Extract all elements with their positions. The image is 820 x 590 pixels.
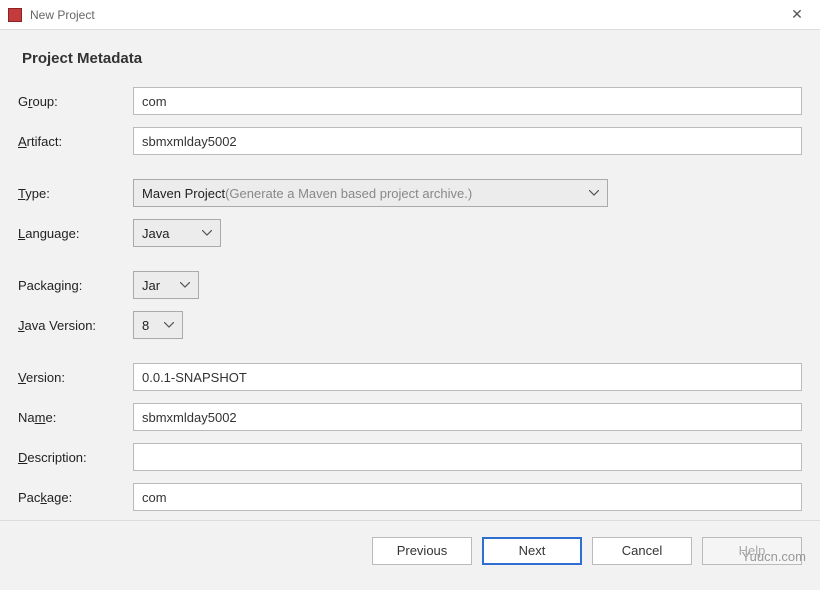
row-java-version: Java Version: 8	[18, 311, 802, 339]
next-button[interactable]: Next	[482, 537, 582, 565]
name-input[interactable]	[133, 403, 802, 431]
titlebar: New Project ✕	[0, 0, 820, 30]
chevron-down-icon	[180, 282, 190, 288]
package-input[interactable]	[133, 483, 802, 511]
chevron-down-icon	[589, 190, 599, 196]
label-java-version: Java Version:	[18, 318, 133, 333]
row-group: Group:	[18, 87, 802, 115]
content-area: Project Metadata Group: Artifact: Type: …	[0, 30, 820, 520]
packaging-select[interactable]: Jar	[133, 271, 199, 299]
label-package: Package:	[18, 490, 133, 505]
row-artifact: Artifact:	[18, 127, 802, 155]
row-packaging: Packaging: Jar	[18, 271, 802, 299]
row-description: Description:	[18, 443, 802, 471]
label-name: Name:	[18, 410, 133, 425]
window-title: New Project	[30, 8, 782, 22]
description-input[interactable]	[133, 443, 802, 471]
label-group: Group:	[18, 94, 133, 109]
row-version: Version:	[18, 363, 802, 391]
page-title: Project Metadata	[22, 50, 802, 67]
previous-button[interactable]: Previous	[372, 537, 472, 565]
label-version: Version:	[18, 370, 133, 385]
row-type: Type: Maven Project (Generate a Maven ba…	[18, 179, 802, 207]
java-version-select[interactable]: 8	[133, 311, 183, 339]
row-package: Package:	[18, 483, 802, 511]
row-name: Name:	[18, 403, 802, 431]
app-icon	[8, 8, 22, 22]
label-language: Language:	[18, 226, 133, 241]
chevron-down-icon	[202, 230, 212, 236]
cancel-button[interactable]: Cancel	[592, 537, 692, 565]
type-select[interactable]: Maven Project (Generate a Maven based pr…	[133, 179, 608, 207]
row-language: Language: Java	[18, 219, 802, 247]
version-input[interactable]	[133, 363, 802, 391]
chevron-down-icon	[164, 322, 174, 328]
button-bar: Previous Next Cancel Help	[0, 520, 820, 580]
label-artifact: Artifact:	[18, 134, 133, 149]
close-icon[interactable]: ✕	[782, 6, 812, 23]
language-select[interactable]: Java	[133, 219, 221, 247]
label-packaging: Packaging:	[18, 278, 133, 293]
group-input[interactable]	[133, 87, 802, 115]
help-button[interactable]: Help	[702, 537, 802, 565]
label-description: Description:	[18, 450, 133, 465]
label-type: Type:	[18, 186, 133, 201]
artifact-input[interactable]	[133, 127, 802, 155]
